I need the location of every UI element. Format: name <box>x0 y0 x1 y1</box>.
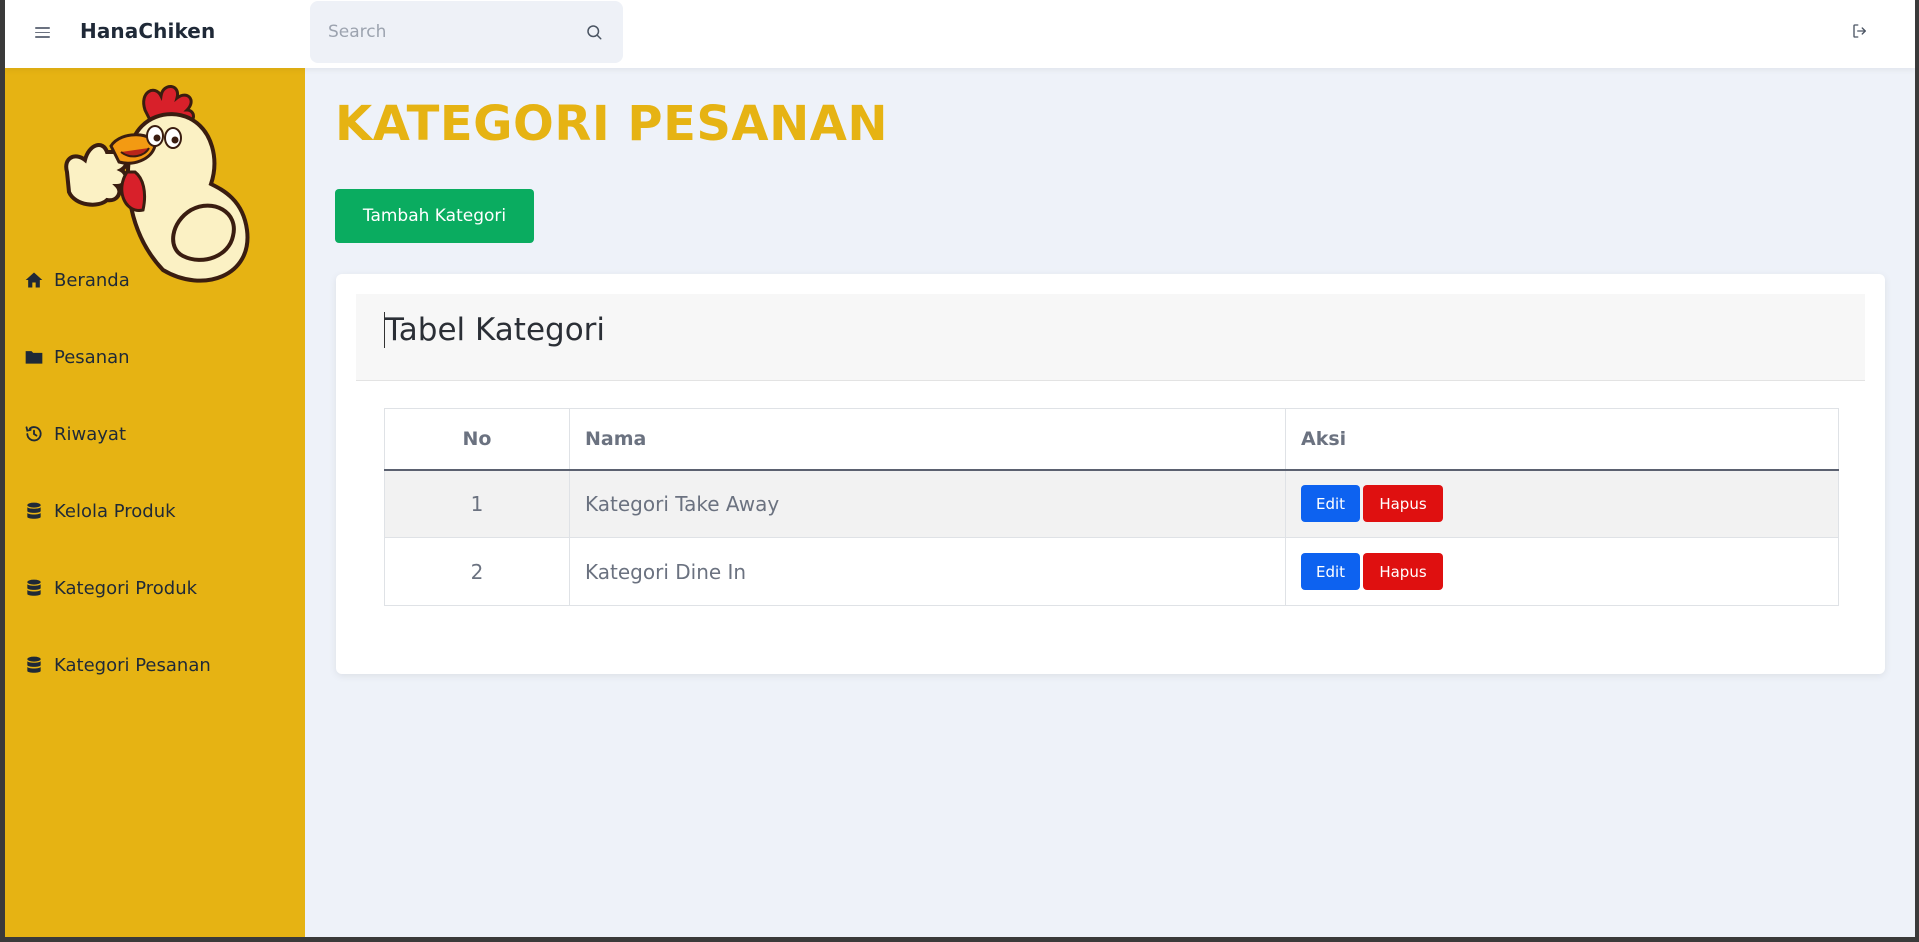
edit-button[interactable]: Edit <box>1301 553 1360 590</box>
sidebar-item-kategori-pesanan[interactable]: Kategori Pesanan <box>5 640 305 690</box>
search-box <box>310 1 623 63</box>
brand-name: HanaChiken <box>80 19 216 43</box>
database-icon <box>27 656 41 673</box>
database-icon <box>27 579 41 596</box>
home-icon <box>25 272 43 288</box>
menu-toggle-icon[interactable] <box>35 24 50 42</box>
column-header-no: No <box>384 408 570 471</box>
add-category-button[interactable]: Tambah Kategori <box>335 189 534 243</box>
search-icon[interactable] <box>585 23 603 41</box>
top-bar: HanaChiken <box>5 0 1915 68</box>
delete-button[interactable]: Hapus <box>1363 485 1443 523</box>
category-card: Tabel Kategori No Nama Aksi 1 Kategori T… <box>336 274 1885 674</box>
card-header: Tabel Kategori <box>356 294 1865 381</box>
card-title: Tabel Kategori <box>384 312 606 348</box>
history-icon <box>25 426 42 442</box>
column-header-nama: Nama <box>569 408 1286 471</box>
sidebar-item-pesanan[interactable]: Pesanan <box>5 332 305 382</box>
cell-no: 1 <box>384 469 570 538</box>
sidebar-item-label: Beranda <box>54 269 130 291</box>
search-input[interactable] <box>328 1 568 63</box>
page-title: KATEGORI PESANAN <box>335 96 889 152</box>
sidebar-item-label: Kelola Produk <box>54 500 176 522</box>
sidebar-item-label: Pesanan <box>54 346 130 368</box>
table-row: 1 Kategori Take Away Edit Hapus <box>384 469 1839 538</box>
cell-nama: Kategori Take Away <box>569 469 1286 538</box>
sidebar-item-riwayat[interactable]: Riwayat <box>5 409 305 459</box>
database-icon <box>27 502 41 519</box>
sidebar-item-label: Riwayat <box>54 423 126 445</box>
logout-icon[interactable] <box>1851 22 1869 40</box>
table-header-row: No Nama Aksi <box>384 408 1839 471</box>
cell-aksi: Edit Hapus <box>1285 537 1839 606</box>
sidebar-item-kategori-produk[interactable]: Kategori Produk <box>5 563 305 613</box>
delete-button[interactable]: Hapus <box>1363 553 1443 590</box>
sidebar-item-label: Kategori Pesanan <box>54 654 211 676</box>
column-header-aksi: Aksi <box>1285 408 1839 471</box>
sidebar-item-label: Kategori Produk <box>54 577 198 599</box>
cell-no: 2 <box>384 537 570 606</box>
cell-nama: Kategori Dine In <box>569 537 1286 606</box>
sidebar-item-beranda[interactable]: Beranda <box>5 255 305 305</box>
sidebar-item-kelola-produk[interactable]: Kelola Produk <box>5 486 305 536</box>
folder-icon <box>25 351 43 364</box>
cell-aksi: Edit Hapus <box>1285 469 1839 538</box>
edit-button[interactable]: Edit <box>1301 485 1360 523</box>
sidebar: Beranda Pesanan Riwayat Kelola Produk Ka… <box>5 68 305 937</box>
table-row: 2 Kategori Dine In Edit Hapus <box>384 537 1839 606</box>
app-window: HanaChiken Search Beranda Pesanan Riwaya… <box>5 0 1915 937</box>
category-table: No Nama Aksi 1 Kategori Take Away Edit Ha… <box>384 408 1839 606</box>
